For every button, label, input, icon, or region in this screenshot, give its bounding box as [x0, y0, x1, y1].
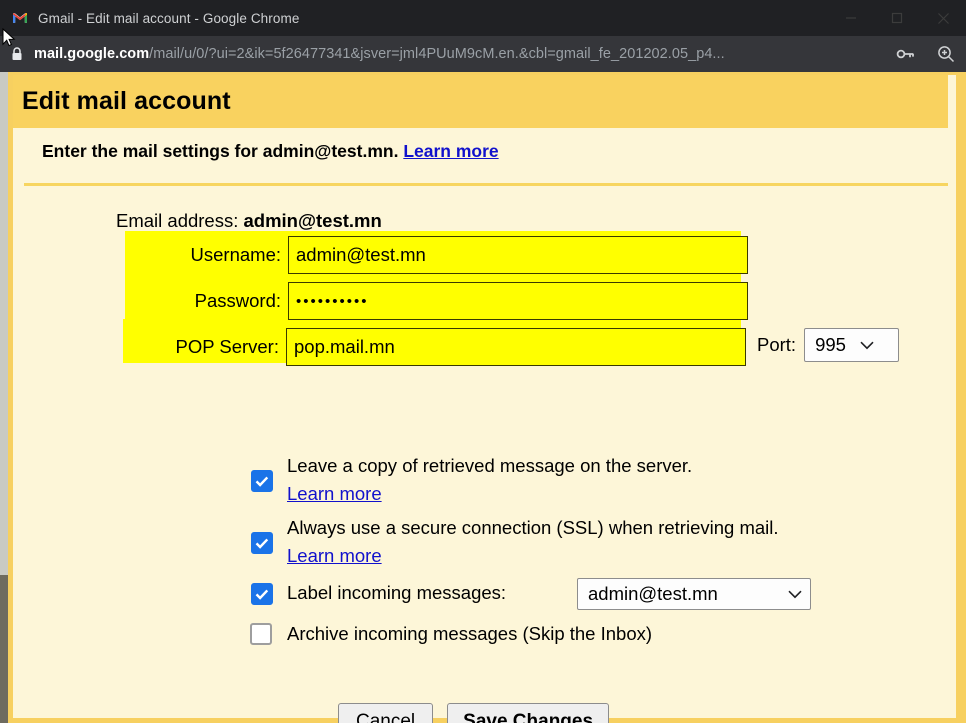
edit-mail-account-dialog: Edit mail account Enter the mail setting… [8, 72, 966, 723]
ssl-label: Always use a secure connection (SSL) whe… [287, 517, 779, 538]
subtitle-learn-more-link[interactable]: Learn more [403, 141, 498, 161]
label-incoming-label: Label incoming messages: [287, 582, 507, 603]
dialog-actions: Cancel Save Changes [338, 703, 610, 723]
omnibox-host: mail.google.com [34, 46, 150, 62]
username-label: Username: [190, 244, 281, 265]
dialog-header: Edit mail account [13, 75, 948, 128]
label-incoming-checkbox[interactable] [251, 583, 273, 605]
minimize-button[interactable] [828, 0, 874, 36]
dialog-subtitle: Enter the mail settings for admin@test.m… [42, 141, 499, 162]
window-titlebar: Gmail - Edit mail account - Google Chrom… [0, 0, 966, 36]
window-left-edge-dark [0, 575, 8, 723]
leave-copy-label: Leave a copy of retrieved message on the… [287, 455, 693, 476]
lock-icon[interactable] [0, 36, 34, 72]
window-left-edge-light [0, 72, 8, 575]
omnibox-url[interactable]: mail.google.com/mail/u/0/?ui=2&ik=5f2647… [34, 46, 886, 62]
chevron-down-icon [860, 341, 874, 350]
pop-server-row: POP Server: [131, 328, 746, 366]
omnibox[interactable]: mail.google.com/mail/u/0/?ui=2&ik=5f2647… [0, 36, 966, 72]
gmail-logo-icon [12, 10, 28, 26]
cancel-button[interactable]: Cancel [338, 703, 434, 723]
label-incoming-select[interactable]: admin@test.mn [577, 578, 811, 610]
username-row: Username: [133, 236, 748, 274]
pop-server-input[interactable] [286, 328, 746, 366]
omnibox-path: /mail/u/0/?ui=2&ik=5f26477341&jsver=jml4… [149, 46, 725, 62]
port-select[interactable]: 995 [804, 328, 900, 362]
port-select-value: 995 [815, 334, 846, 355]
password-label: Password: [194, 290, 281, 311]
password-row: Password: [133, 282, 748, 320]
header-divider [24, 183, 948, 186]
email-address-row: Email address: admin@test.mn [116, 210, 382, 232]
ssl-checkbox[interactable] [251, 532, 273, 554]
window-title: Gmail - Edit mail account - Google Chrom… [38, 10, 300, 26]
maximize-button[interactable] [874, 0, 920, 36]
close-button[interactable] [920, 0, 966, 36]
port-label: Port: [757, 334, 797, 355]
key-icon[interactable] [886, 36, 926, 72]
password-input[interactable] [288, 282, 748, 320]
page-title: Edit mail account [22, 87, 231, 115]
ssl-learn-more-link[interactable]: Learn more [287, 545, 382, 567]
archive-incoming-label: Archive incoming messages (Skip the Inbo… [287, 623, 653, 644]
chevron-down-icon [774, 590, 802, 599]
save-changes-button[interactable]: Save Changes [447, 703, 610, 723]
leave-copy-learn-more-link[interactable]: Learn more [287, 483, 382, 505]
port-row: Port: 995 [757, 328, 900, 362]
subtitle-text: Enter the mail settings for admin@test.m… [42, 141, 399, 161]
browser-window: Gmail - Edit mail account - Google Chrom… [0, 0, 966, 723]
label-incoming-select-value: admin@test.mn [588, 583, 718, 604]
email-address-label: Email address: [116, 210, 239, 231]
email-address-value: admin@test.mn [243, 210, 382, 231]
zoom-in-icon[interactable] [926, 36, 966, 72]
leave-copy-checkbox[interactable] [251, 470, 273, 492]
dialog-inner: Edit mail account Enter the mail setting… [13, 75, 956, 723]
pop-server-label: POP Server: [175, 336, 279, 357]
username-input[interactable] [288, 236, 748, 274]
archive-incoming-checkbox[interactable] [250, 623, 272, 645]
